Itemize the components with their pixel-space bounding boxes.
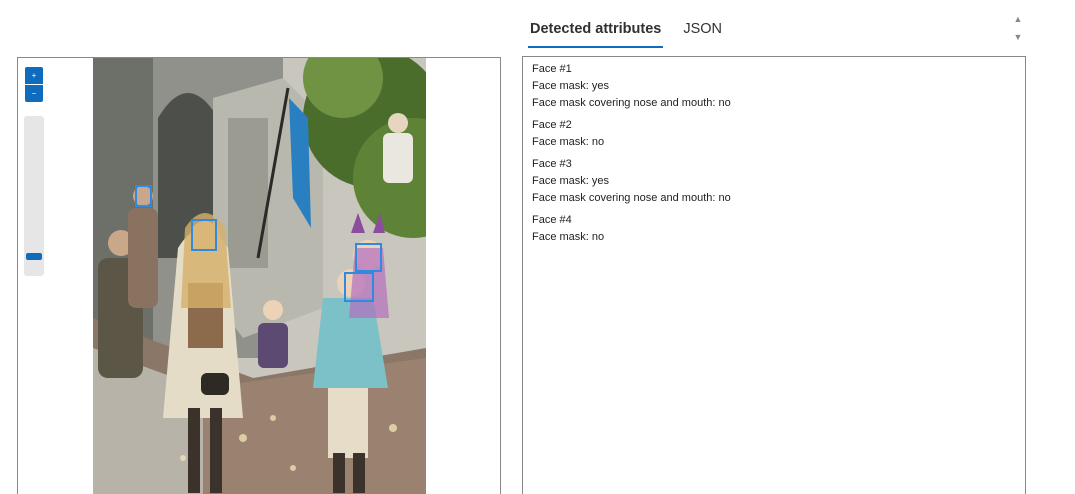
face-result-4: Face #4 Face mask: no (532, 212, 1016, 246)
face-attribute: Face mask covering nose and mouth: no (532, 192, 731, 204)
face-title: Face #3 (532, 158, 572, 170)
chevron-up-icon[interactable]: ▲ (1014, 14, 1023, 24)
face-result-1: Face #1 Face mask: yes Face mask coverin… (532, 61, 1016, 112)
zoom-out-icon: − (31, 88, 37, 98)
face-attribute: Face mask: yes (532, 175, 610, 187)
zoom-slider[interactable] (24, 116, 44, 276)
image-viewer: + − (17, 57, 501, 494)
face-result-3: Face #3 Face mask: yes Face mask coverin… (532, 156, 1016, 207)
tab-json[interactable]: JSON (683, 14, 722, 46)
zoom-out-button[interactable]: − (25, 85, 43, 102)
detected-attributes-panel: Face #1 Face mask: yes Face mask coverin… (522, 56, 1026, 494)
panel-scroll-control[interactable]: ▲ ▼ (1010, 14, 1026, 42)
face-title: Face #4 (532, 214, 572, 226)
face-attribute: Face mask: no (532, 231, 605, 243)
face-attribute: Face mask: no (532, 136, 605, 148)
analyzed-image (93, 58, 426, 494)
face-result-2: Face #2 Face mask: no (532, 117, 1016, 151)
face-title: Face #1 (532, 63, 572, 75)
zoom-in-icon: + (31, 70, 37, 80)
face-attribute: Face mask: yes (532, 80, 610, 92)
chevron-down-icon[interactable]: ▼ (1014, 32, 1023, 42)
face-attribute: Face mask covering nose and mouth: no (532, 97, 731, 109)
face-title: Face #2 (532, 119, 572, 131)
tab-detected-attributes[interactable]: Detected attributes (527, 14, 664, 48)
result-tabs: Detected attributes JSON (527, 14, 744, 48)
zoom-in-button[interactable]: + (25, 67, 43, 84)
zoom-slider-thumb[interactable] (26, 253, 42, 260)
